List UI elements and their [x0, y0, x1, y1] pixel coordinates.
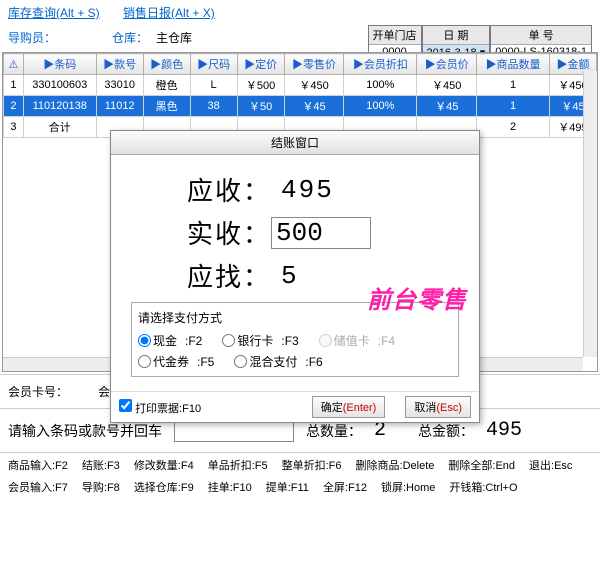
shortcut-hint: 会员输入:F7 [8, 479, 68, 495]
vertical-scrollbar[interactable] [583, 71, 597, 357]
shortcut-hint: 删除商品:Delete [356, 457, 435, 473]
grid-header[interactable]: ▶尺码 [190, 54, 237, 75]
grid-header[interactable]: ▶定价 [237, 54, 284, 75]
recv-input[interactable] [271, 217, 371, 249]
shortcut-hint: 单品折扣:F5 [208, 457, 268, 473]
grid-header[interactable]: ▶颜色 [143, 54, 190, 75]
shortcut-hint: 退出:Esc [529, 457, 572, 473]
shortcut-hint: 全屏:F12 [323, 479, 367, 495]
guide-label: 导购员： [8, 29, 56, 46]
print-checkbox[interactable]: 打印票据:F10 [119, 399, 201, 416]
bill-header: 单 号 [491, 26, 591, 45]
shortcut-hint: 导购:F8 [82, 479, 120, 495]
barcode-prompt: 请输入条码或款号并回车 [8, 421, 162, 441]
change-value: 5 [281, 261, 299, 291]
recv-label: 实收： [131, 214, 271, 251]
member-card-label: 会员卡号： [8, 383, 68, 400]
grid-header[interactable]: ▶条码 [23, 54, 96, 75]
date-header: 日 期 [423, 26, 490, 45]
shortcut-hint: 商品输入:F2 [8, 457, 68, 473]
ok-button[interactable]: 确定(Enter) [312, 396, 386, 418]
payment-option[interactable]: 银行卡 :F3 [222, 332, 298, 349]
shortcut-hint: 锁屏:Home [381, 479, 435, 495]
payment-option[interactable]: 代金券 :F5 [138, 353, 214, 370]
grid-header[interactable]: ▶款号 [96, 54, 143, 75]
items-grid[interactable]: ⚠▶条码▶款号▶颜色▶尺码▶定价▶零售价▶会员折扣▶会员价▶商品数量▶金额 13… [3, 53, 597, 138]
table-row[interactable]: 133010060333010橙色L￥500￥450100%￥4501￥450 [4, 75, 597, 96]
dialog-title: 结账窗口 [111, 131, 479, 155]
total-amt-value: 495 [486, 419, 522, 442]
grid-header[interactable]: ▶会员折扣 [344, 54, 417, 75]
payment-option[interactable]: 现金 :F2 [138, 332, 202, 349]
daily-report-link[interactable]: 销售日报(Alt + X) [123, 6, 215, 20]
warehouse-label: 仓库： [112, 29, 148, 46]
grid-header[interactable]: ▶零售价 [284, 54, 344, 75]
grid-header[interactable]: ⚠ [4, 54, 24, 75]
payment-option[interactable]: 混合支付 :F6 [234, 353, 322, 370]
total-qty-label: 总数量： [306, 421, 362, 441]
shortcut-hint: 挂单:F10 [208, 479, 252, 495]
change-label: 应找： [131, 257, 271, 294]
due-label: 应收： [131, 171, 271, 208]
shortcut-hint: 整单折扣:F6 [282, 457, 342, 473]
due-value: 495 [281, 175, 334, 205]
shortcut-hint: 修改数量:F4 [134, 457, 194, 473]
cancel-button[interactable]: 取消(Esc) [405, 396, 471, 418]
warehouse-value[interactable]: 主仓库 [156, 29, 192, 46]
payment-option: 储值卡 :F4 [319, 332, 395, 349]
shortcut-hint: 结账:F3 [82, 457, 120, 473]
total-amt-label: 总金额： [418, 421, 474, 441]
checkout-dialog: 结账窗口 应收：495 实收： 应找：5 前台零售 请选择支付方式 现金 :F2… [110, 130, 480, 423]
shortcut-hint: 提单:F11 [266, 479, 309, 495]
grid-header[interactable]: ▶商品数量 [477, 54, 550, 75]
shortcut-hint: 删除全部:End [448, 457, 515, 473]
grid-header[interactable]: ▶会员价 [417, 54, 477, 75]
watermark-text: 前台零售 [367, 280, 467, 315]
table-row[interactable]: 211012013811012黑色38￥50￥45100%￥451￥45 [4, 96, 597, 117]
store-header: 开单门店 [369, 26, 421, 45]
shortcut-hint: 开钱箱:Ctrl+O [449, 479, 517, 495]
stock-query-link[interactable]: 库存查询(Alt + S) [8, 6, 100, 20]
shortcut-hint: 选择仓库:F9 [134, 479, 194, 495]
